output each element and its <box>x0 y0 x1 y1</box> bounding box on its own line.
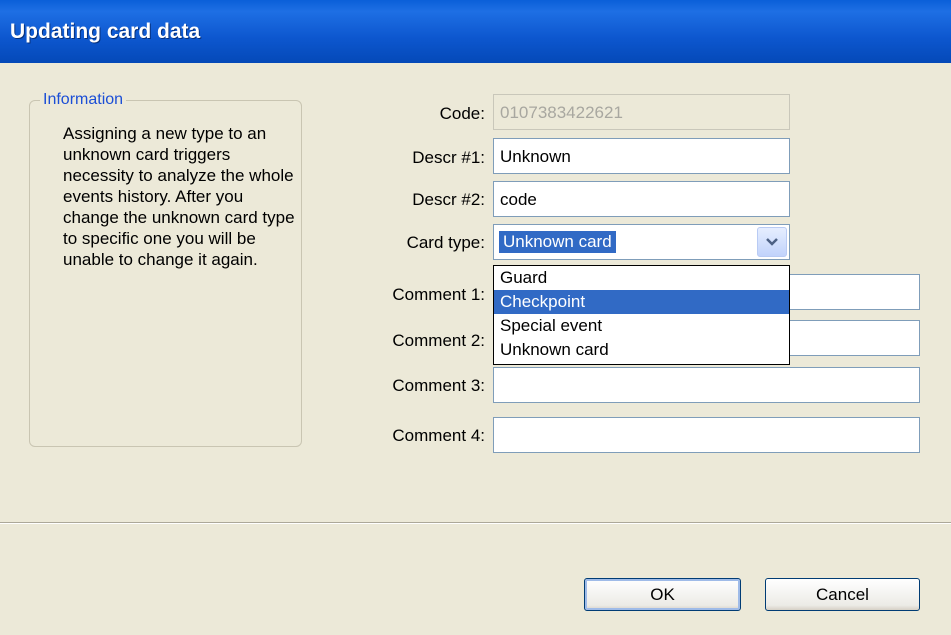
card-type-select[interactable]: Unknown card <box>493 224 790 260</box>
descr1-label: Descr #1: <box>412 148 485 167</box>
code-label: Code: <box>439 104 485 123</box>
divider <box>0 522 951 524</box>
comment2-label: Comment 2: <box>392 331 485 350</box>
window-title: Updating card data <box>10 20 201 43</box>
comment3-field[interactable] <box>493 367 920 403</box>
option-unknown-card[interactable]: Unknown card <box>494 338 789 362</box>
dropdown-button[interactable] <box>757 227 787 257</box>
option-guard[interactable]: Guard <box>494 266 789 290</box>
descr1-field[interactable]: Unknown <box>493 138 790 174</box>
information-group: Information Assigning a new type to an u… <box>29 91 302 447</box>
title-bar[interactable]: Updating card data <box>0 0 951 63</box>
option-special-event[interactable]: Special event <box>494 314 789 338</box>
comment1-label: Comment 1: <box>392 285 485 304</box>
descr2-label: Descr #2: <box>412 190 485 209</box>
card-type-label: Card type: <box>406 233 485 252</box>
card-type-value: Unknown card <box>499 231 616 253</box>
information-text: Assigning a new type to an unknown card … <box>63 124 295 269</box>
cancel-button[interactable]: Cancel <box>765 578 920 611</box>
option-checkpoint[interactable]: Checkpoint <box>494 290 789 314</box>
code-field: 0107383422621 <box>493 94 790 130</box>
card-type-dropdown-list[interactable]: Guard Checkpoint Special event Unknown c… <box>493 265 790 365</box>
information-legend: Information <box>40 91 127 109</box>
comment4-label: Comment 4: <box>392 426 485 445</box>
comment4-field[interactable] <box>493 417 920 453</box>
comment3-label: Comment 3: <box>392 376 485 395</box>
descr2-field[interactable]: code <box>493 181 790 217</box>
ok-button[interactable]: OK <box>584 578 741 611</box>
chevron-down-icon <box>766 238 778 246</box>
